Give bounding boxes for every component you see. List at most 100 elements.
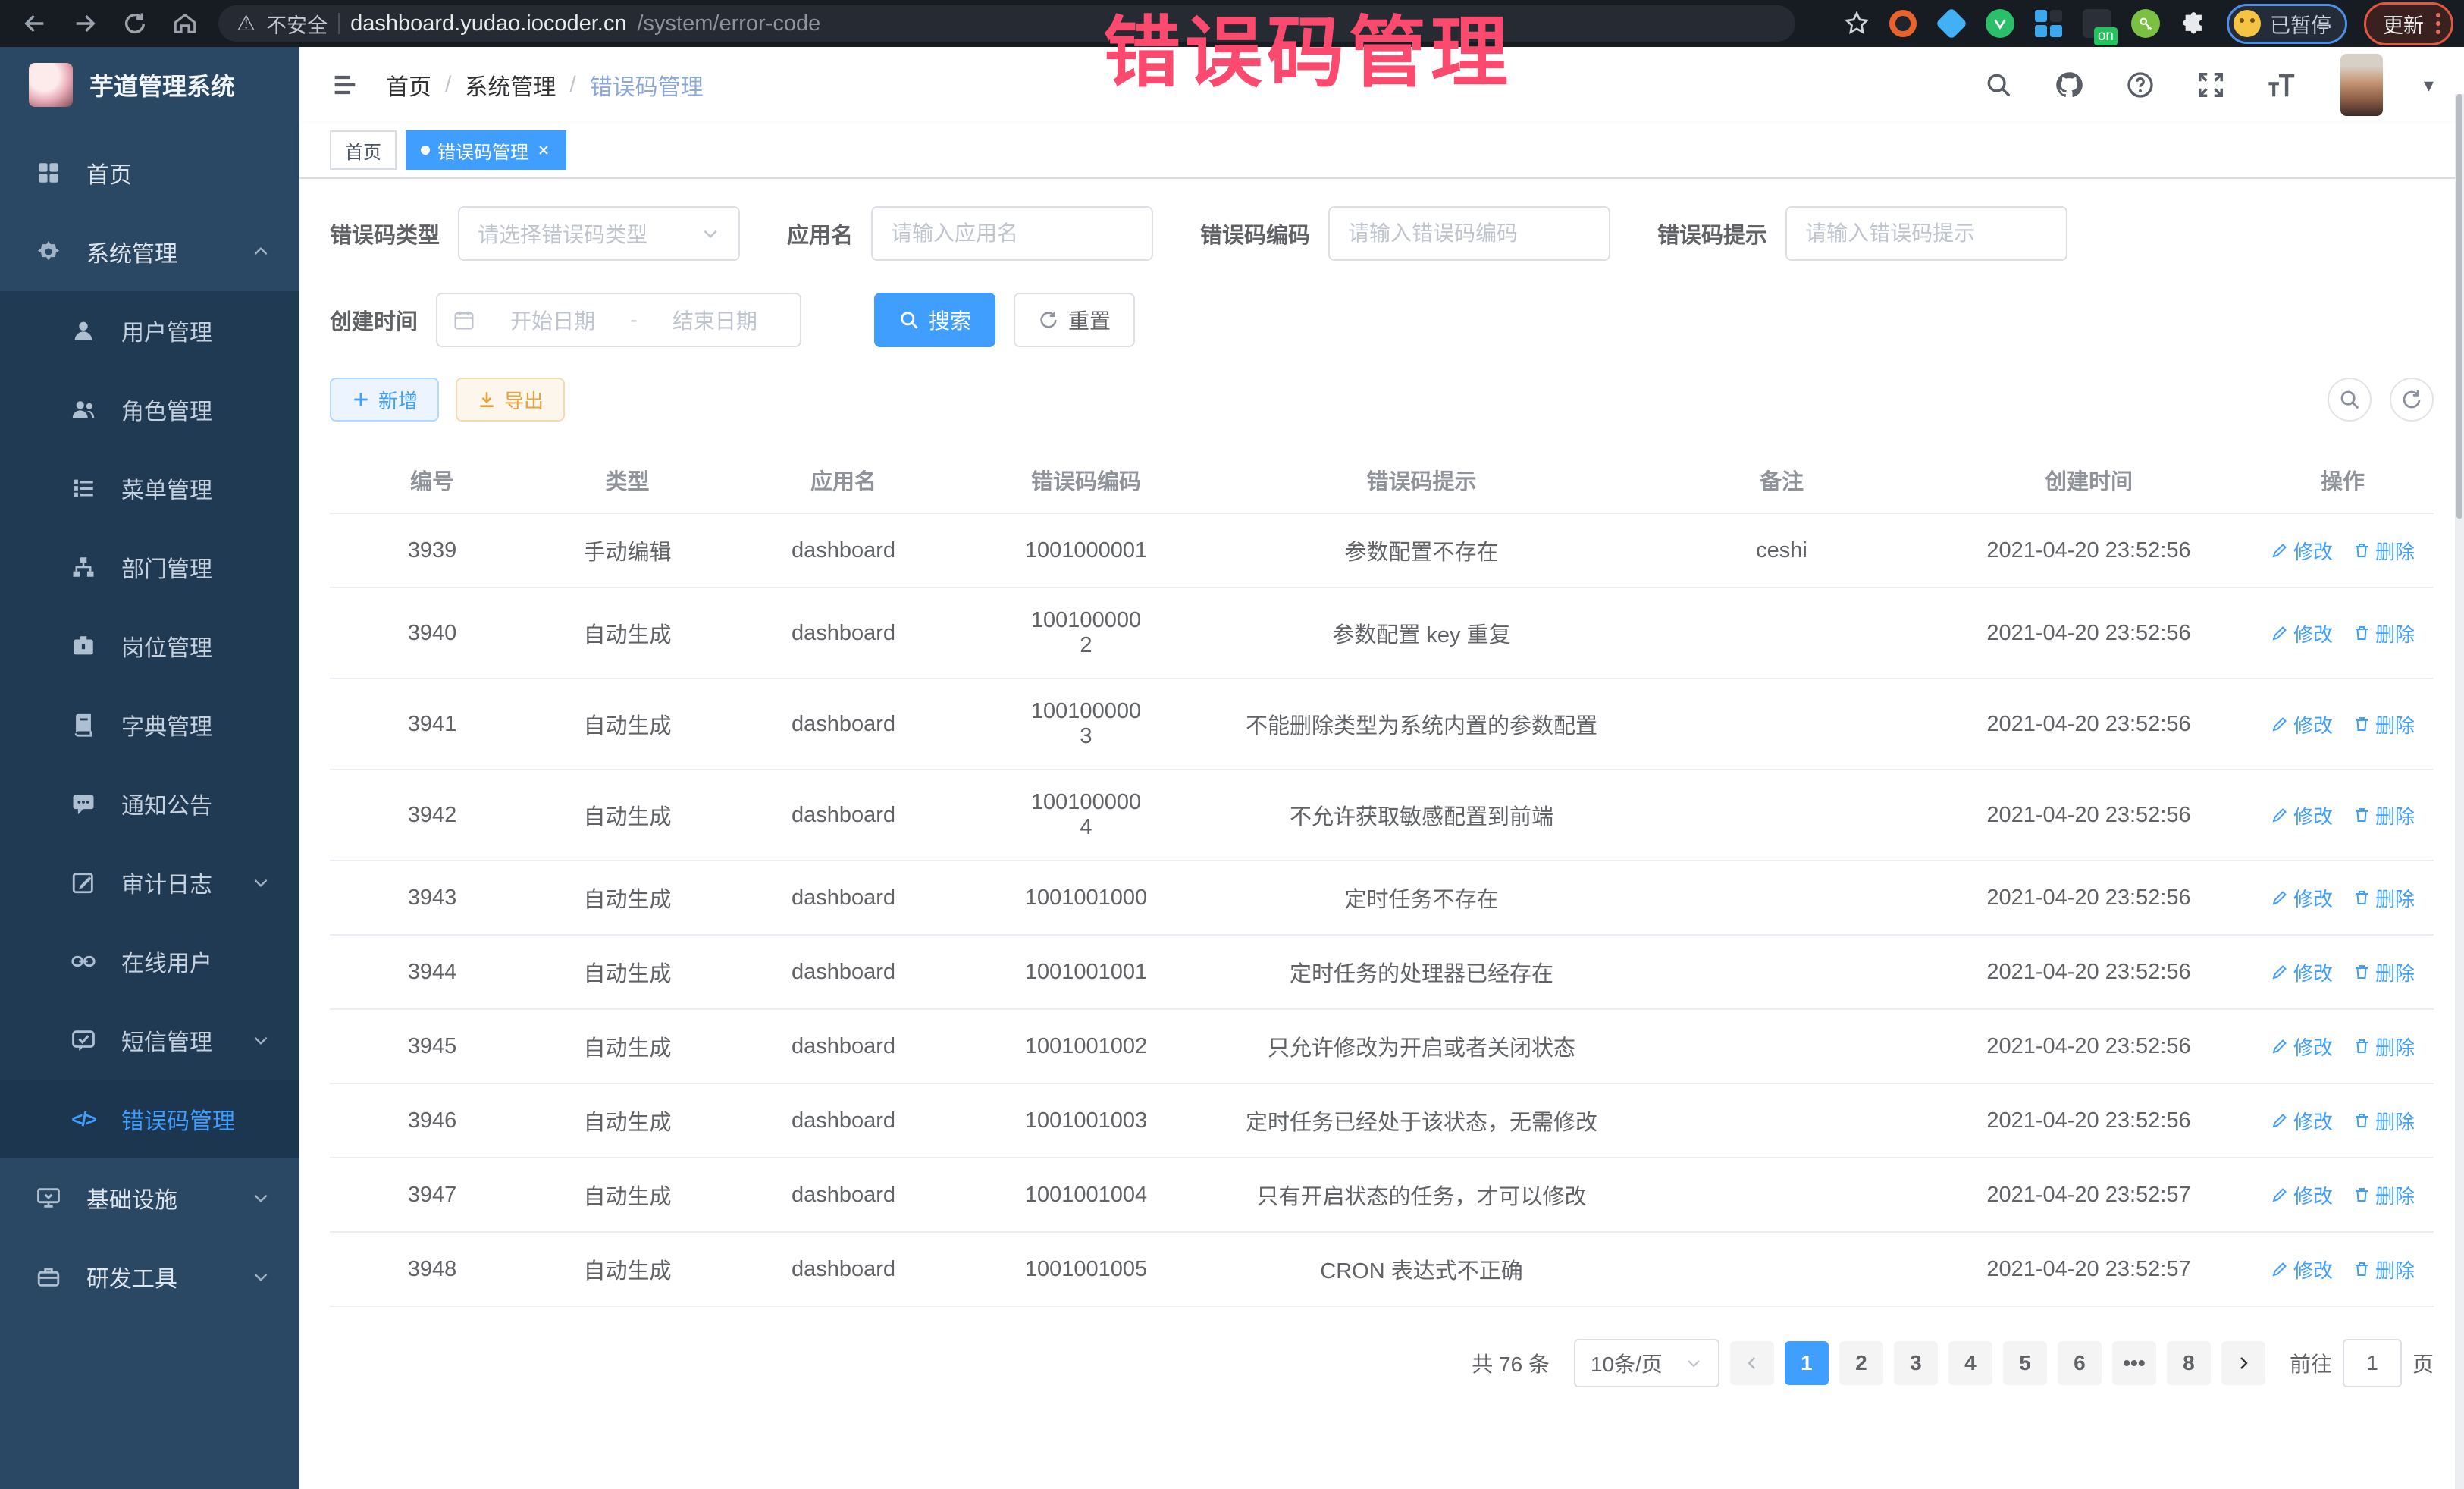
extension-gem-icon[interactable]	[1936, 8, 1967, 39]
error-code-input[interactable]	[1328, 206, 1610, 261]
page-size-select[interactable]: 10条/页	[1574, 1339, 1719, 1387]
sidebar-item-post-mgmt[interactable]: 岗位管理	[0, 607, 299, 685]
more-pages-button[interactable]: •••	[2112, 1341, 2156, 1385]
error-msg-input[interactable]	[1785, 206, 2067, 261]
hamburger-icon[interactable]	[330, 70, 360, 100]
trash-icon	[2353, 1260, 2371, 1278]
announcement-icon	[68, 791, 99, 817]
profile-avatar	[2234, 10, 2261, 37]
fullscreen-icon[interactable]	[2196, 71, 2225, 99]
github-icon[interactable]	[2054, 70, 2084, 100]
table-search-icon[interactable]	[2328, 378, 2372, 422]
app-name-input[interactable]	[871, 206, 1153, 261]
breadcrumb-current: 错误码管理	[590, 68, 704, 102]
delete-link[interactable]: 删除	[2353, 1033, 2415, 1061]
page-button[interactable]: 3	[1894, 1341, 1938, 1385]
delete-link[interactable]: 删除	[2353, 619, 2415, 647]
sidebar-item-system[interactable]: 系统管理	[0, 212, 299, 291]
user-avatar[interactable]	[2340, 54, 2383, 116]
date-range-picker[interactable]: 开始日期 - 结束日期	[436, 293, 801, 347]
error-type-select[interactable]: 请选择错误码类型	[458, 206, 740, 261]
breadcrumb-parent[interactable]: 系统管理	[465, 68, 556, 102]
profile-paused-pill[interactable]: 已暂停	[2227, 4, 2347, 44]
delete-link[interactable]: 删除	[2353, 801, 2415, 829]
next-page-button[interactable]	[2221, 1341, 2265, 1385]
extension-key-icon[interactable]	[2130, 8, 2161, 39]
table-refresh-icon[interactable]	[2390, 378, 2434, 422]
page-button[interactable]: 6	[2058, 1341, 2102, 1385]
sidebar-item-devtools[interactable]: 研发工具	[0, 1237, 299, 1316]
sidebar-item-home[interactable]: 首页	[0, 133, 299, 212]
tab-home[interactable]: 首页	[330, 130, 397, 170]
edit-link[interactable]: 修改	[2271, 1107, 2333, 1135]
sidebar-item-notice-mgmt[interactable]: 通知公告	[0, 764, 299, 843]
sidebar-item-role-mgmt[interactable]: 角色管理	[0, 370, 299, 449]
delete-link[interactable]: 删除	[2353, 710, 2415, 738]
sidebar-item-sms-mgmt[interactable]: 短信管理	[0, 1001, 299, 1080]
delete-link[interactable]: 删除	[2353, 1181, 2415, 1209]
delete-link[interactable]: 删除	[2353, 884, 2415, 912]
delete-link[interactable]: 删除	[2353, 958, 2415, 986]
sidebar-item-error-code[interactable]: </> 错误码管理	[0, 1080, 299, 1158]
sidebar-item-user-mgmt[interactable]: 用户管理	[0, 291, 299, 370]
header-search-icon[interactable]	[1984, 71, 2013, 99]
sidebar-item-dept-mgmt[interactable]: 部门管理	[0, 528, 299, 607]
scrollbar[interactable]	[2455, 94, 2464, 1489]
edit-link[interactable]: 修改	[2271, 1255, 2333, 1284]
delete-link[interactable]: 删除	[2353, 537, 2415, 565]
page-button[interactable]: 8	[2167, 1341, 2211, 1385]
close-icon[interactable]	[536, 143, 551, 158]
edit-link[interactable]: 修改	[2271, 1033, 2333, 1061]
page-button[interactable]: 4	[1948, 1341, 1992, 1385]
tab-error-code[interactable]: 错误码管理	[406, 130, 566, 170]
extension-grid-icon[interactable]	[2033, 8, 2064, 39]
extension-switch-icon[interactable]: on	[2081, 8, 2113, 39]
bookmark-star-icon[interactable]	[1843, 10, 1870, 37]
trash-icon	[2353, 624, 2371, 642]
audit-log-icon	[68, 870, 99, 895]
extension-orange-icon[interactable]	[1887, 8, 1919, 39]
edit-link[interactable]: 修改	[2271, 801, 2333, 829]
sidebar-item-infrastructure[interactable]: 基础设施	[0, 1158, 299, 1237]
avatar-caret-icon[interactable]: ▾	[2424, 74, 2434, 97]
help-icon[interactable]	[2125, 70, 2155, 100]
browser-menu-icon[interactable]	[2436, 13, 2440, 34]
add-button[interactable]: 新增	[330, 378, 439, 422]
sidebar-item-online-users[interactable]: 在线用户	[0, 922, 299, 1001]
edit-link[interactable]: 修改	[2271, 1181, 2333, 1209]
prev-page-button[interactable]	[1730, 1341, 1774, 1385]
edit-link[interactable]: 修改	[2271, 619, 2333, 647]
page-button[interactable]: 1	[1785, 1341, 1829, 1385]
sidebar-item-menu-mgmt[interactable]: 菜单管理	[0, 449, 299, 528]
font-size-icon[interactable]	[2266, 71, 2299, 99]
delete-link[interactable]: 删除	[2353, 1107, 2415, 1135]
reload-icon[interactable]	[120, 8, 150, 39]
edit-link[interactable]: 修改	[2271, 710, 2333, 738]
scrollbar-thumb[interactable]	[2456, 94, 2462, 519]
system-submenu: 用户管理 角色管理 菜单管理	[0, 291, 299, 1158]
search-button[interactable]: 搜索	[874, 293, 995, 347]
page-button[interactable]: 2	[1839, 1341, 1883, 1385]
sidebar-item-dict-mgmt[interactable]: 字典管理	[0, 685, 299, 764]
edit-link[interactable]: 修改	[2271, 884, 2333, 912]
delete-link[interactable]: 删除	[2353, 1255, 2415, 1284]
edit-link[interactable]: 修改	[2271, 958, 2333, 986]
edit-link[interactable]: 修改	[2271, 537, 2333, 565]
trash-icon	[2353, 1186, 2371, 1204]
reset-button[interactable]: 重置	[1014, 293, 1135, 347]
chevron-down-icon	[251, 1030, 271, 1050]
goto-page-input[interactable]	[2343, 1339, 2402, 1387]
breadcrumb-home[interactable]: 首页	[386, 68, 431, 102]
sidebar-item-audit-log[interactable]: 审计日志	[0, 843, 299, 922]
page-button[interactable]: 5	[2003, 1341, 2047, 1385]
forward-icon[interactable]	[70, 8, 100, 39]
export-button[interactable]: 导出	[456, 378, 565, 422]
home-icon[interactable]	[170, 8, 200, 39]
extension-vue-icon[interactable]	[1984, 8, 2016, 39]
content: 错误码类型 请选择错误码类型 应用名 错误码编码	[299, 179, 2464, 1489]
address-bar[interactable]: ⚠ 不安全 dashboard.yudao.iocoder.cn/system/…	[218, 5, 1795, 42]
back-icon[interactable]	[20, 8, 50, 39]
update-button[interactable]: 更新	[2364, 2, 2453, 45]
extensions-puzzle-icon[interactable]	[2178, 8, 2210, 39]
calendar-icon	[453, 309, 475, 331]
